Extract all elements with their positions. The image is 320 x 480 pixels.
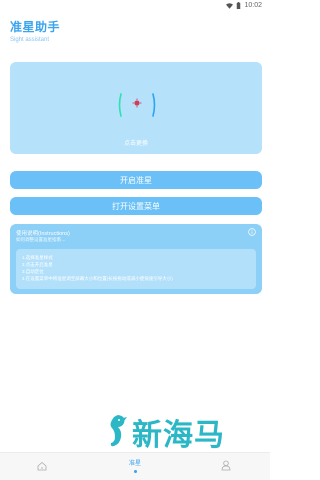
watermark: 新海马	[106, 410, 225, 454]
instructions-steps-box: 1.选择准星样式 2.点击开启准星 3.自动定位 4.在设置菜单中将准星调至屏幕…	[16, 249, 256, 289]
change-crosshair-label[interactable]: 点击更换	[10, 138, 262, 147]
home-icon[interactable]	[37, 461, 47, 471]
status-bar: 10:02	[0, 0, 270, 14]
instruction-step: 1.选择准星样式	[22, 255, 53, 260]
nav-crosshair-label: 准星	[128, 461, 141, 467]
battery-icon	[237, 2, 241, 9]
start-crosshair-button[interactable]: 开启准星	[10, 171, 262, 189]
instructions-guide-link[interactable]: 如何调整设置准星指南→	[16, 237, 66, 243]
nav-crosshair-tab[interactable]: 准星	[124, 458, 146, 473]
status-time: 10:02	[244, 2, 262, 9]
nav-active-dot	[133, 470, 137, 473]
instruction-step: 4.在设置菜单中将准星调至屏幕大小和位置(长按拖动或减小使快速引导大小)	[22, 276, 173, 281]
info-icon[interactable]	[248, 228, 256, 236]
instruction-step: 2.点击开启准星	[22, 262, 53, 267]
header: 准星助手 Sight assistant	[10, 18, 60, 43]
open-settings-menu-button[interactable]: 打开设置菜单	[10, 197, 262, 215]
instructions-title: 使用说明(Instructions)	[16, 231, 70, 237]
crosshair-preview-card[interactable]: 点击更换	[10, 62, 262, 154]
instruction-step: 3.自动定位	[22, 269, 44, 274]
app-title: 准星助手	[10, 20, 61, 34]
wifi-icon	[226, 2, 234, 9]
bottom-nav: 准星	[0, 452, 270, 480]
seahorse-logo-icon	[110, 415, 127, 447]
instructions-card: 使用说明(Instructions) 如何调整设置准星指南→ 1.选择准星样式 …	[10, 224, 262, 294]
watermark-text: 新海马	[132, 419, 225, 452]
app-subtitle: Sight assistant	[10, 37, 50, 43]
user-icon[interactable]	[221, 460, 231, 471]
crosshair-icon	[118, 93, 156, 117]
